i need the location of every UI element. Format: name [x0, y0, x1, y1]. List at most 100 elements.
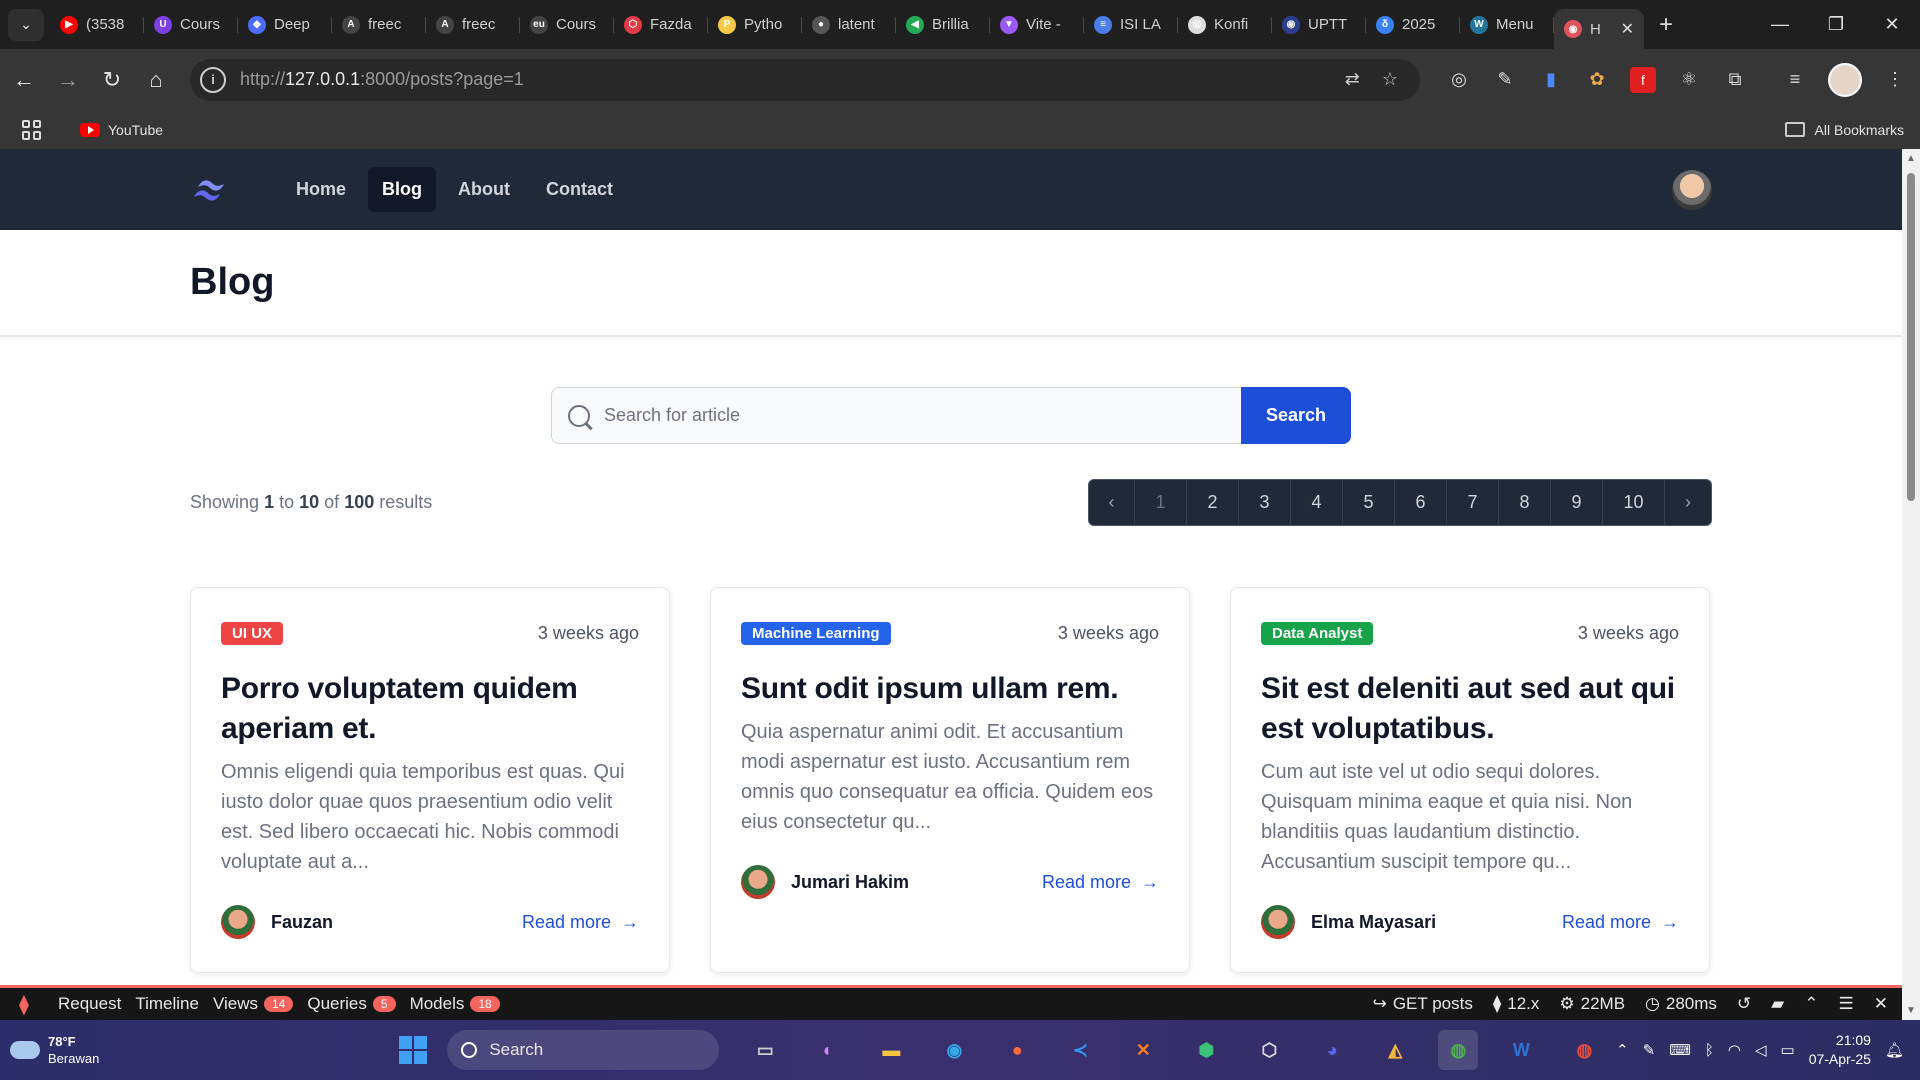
author-name[interactable]: Jumari Hakim	[791, 872, 909, 893]
extension-docs-icon[interactable]: ▮	[1538, 67, 1564, 93]
extensions-puzzle-icon[interactable]: ⧉	[1722, 67, 1748, 93]
back-button[interactable]: ←	[4, 60, 44, 100]
nav-link-contact[interactable]: Contact	[532, 167, 627, 212]
nav-link-about[interactable]: About	[444, 167, 524, 212]
profile-avatar[interactable]	[1828, 62, 1862, 97]
laravel-logo-icon[interactable]: ⧫	[12, 992, 36, 1016]
pagination-page-link[interactable]: 10	[1603, 480, 1665, 525]
cat-app-icon[interactable]: ◭	[1375, 1030, 1415, 1070]
category-badge[interactable]: Machine Learning	[741, 622, 891, 645]
vscode-icon[interactable]: ≺	[1060, 1030, 1100, 1070]
settings-sliders-icon[interactable]: ☰	[1839, 994, 1854, 1014]
debugbar-tab-queries[interactable]: Queries 5	[307, 994, 396, 1014]
browser-tab[interactable]: ▶ (3538	[50, 7, 144, 43]
tab-search-button[interactable]: ⌄	[8, 8, 44, 41]
start-button-icon[interactable]	[399, 1036, 428, 1064]
pagination-page-link[interactable]: 3	[1239, 480, 1291, 525]
search-button[interactable]: Search	[1241, 387, 1351, 444]
all-bookmarks-button[interactable]: All Bookmarks	[1784, 122, 1904, 138]
browser-tab[interactable]: ● latent	[802, 7, 896, 43]
pagination-page-link[interactable]: 8	[1499, 480, 1551, 525]
apps-grid-icon[interactable]	[22, 119, 42, 140]
browser-tab[interactable]: eu Cours	[520, 7, 614, 43]
post-title[interactable]: Sit est deleniti aut sed aut qui est vol…	[1261, 669, 1679, 749]
author-avatar[interactable]	[741, 865, 775, 899]
debugbar-tab-models[interactable]: Models 18	[410, 994, 500, 1014]
category-badge[interactable]: UI UX	[221, 622, 284, 645]
author-name[interactable]: Fauzan	[271, 912, 333, 933]
browser-tab[interactable]: ⬡ Fazda	[614, 7, 708, 43]
bookmark-star-icon[interactable]: ☆	[1382, 69, 1398, 90]
read-more-link[interactable]: Read more →	[1042, 872, 1159, 893]
browser-tab[interactable]: ◀ Brillia	[896, 7, 990, 43]
bluetooth-icon[interactable]: ᛒ	[1705, 1042, 1714, 1059]
volume-icon[interactable]: ◁	[1755, 1041, 1767, 1059]
weather-widget[interactable]: 78°F Berawan	[10, 1033, 99, 1067]
history-icon[interactable]: ↺	[1737, 994, 1751, 1014]
close-window-button[interactable]: ✕	[1864, 0, 1920, 49]
url-text[interactable]: http://127.0.0.1:8000/posts?page=1	[240, 69, 524, 90]
battery-icon[interactable]: ▭	[1781, 1041, 1795, 1059]
minimize-button[interactable]: —	[1752, 0, 1808, 49]
file-explorer-icon[interactable]: ▬	[871, 1030, 911, 1070]
taskbar-search[interactable]: Search	[447, 1030, 720, 1070]
word-icon[interactable]: W	[1501, 1030, 1541, 1070]
category-badge[interactable]: Data Analyst	[1261, 622, 1374, 645]
browser-tab[interactable]: Afreec	[332, 7, 426, 43]
author-name[interactable]: Elma Mayasari	[1311, 912, 1436, 933]
duration-info[interactable]: ◷ 280ms	[1645, 994, 1717, 1014]
browser-tab[interactable]: U Cours	[144, 7, 238, 43]
browser-tab[interactable]: ≡ ISI LA	[1084, 7, 1178, 43]
search-input[interactable]	[604, 405, 1204, 426]
nav-link-home[interactable]: Home	[282, 167, 360, 212]
debugbar-tab-timeline[interactable]: Timeline	[135, 994, 199, 1014]
extension-react-icon[interactable]: ⚛	[1676, 67, 1702, 93]
new-tab-button[interactable]: +	[1648, 7, 1684, 43]
pagination-page-link[interactable]: 9	[1551, 480, 1603, 525]
translate-icon[interactable]: ⇄	[1345, 69, 1360, 90]
discord-icon[interactable]: ◕	[1312, 1030, 1352, 1070]
xampp-icon[interactable]: ✕	[1123, 1030, 1163, 1070]
site-info-icon[interactable]: i	[200, 66, 226, 93]
wifi-icon[interactable]: ◠	[1728, 1041, 1741, 1059]
extension-flash-icon[interactable]: f	[1630, 66, 1656, 93]
open-folder-icon[interactable]: ▰	[1771, 994, 1784, 1014]
pagination-page-link[interactable]: 5	[1343, 480, 1395, 525]
copilot-icon[interactable]: ◐	[808, 1030, 848, 1070]
task-view-icon[interactable]: ▭	[745, 1030, 785, 1070]
browser-tab[interactable]: ◆ Deep	[238, 7, 332, 43]
reload-button[interactable]: ↻	[92, 60, 132, 100]
postman-icon[interactable]: ●	[997, 1030, 1037, 1070]
browser-tab[interactable]: W Menu	[1460, 7, 1554, 43]
browser-tab-active[interactable]: ◉ H ✕	[1554, 9, 1644, 49]
node-icon[interactable]: ⬢	[1186, 1030, 1226, 1070]
home-button[interactable]: ⌂	[136, 60, 176, 100]
pagination-next-button[interactable]: ›	[1665, 480, 1711, 525]
tailwind-logo-icon[interactable]	[190, 175, 230, 205]
extension-circle-icon[interactable]: ◎	[1446, 67, 1472, 93]
pagination-prev-button[interactable]: ‹	[1089, 480, 1135, 525]
close-debugbar-icon[interactable]: ✕	[1874, 994, 1888, 1014]
extension-cookie-icon[interactable]: ✿	[1584, 67, 1610, 93]
bookmark-youtube[interactable]: YouTube	[80, 122, 163, 138]
debugbar-tab-views[interactable]: Views 14	[213, 994, 294, 1014]
pen-icon[interactable]: ✎	[1643, 1041, 1656, 1059]
nav-link-blog[interactable]: Blog	[368, 167, 437, 212]
pagination-page-link[interactable]: 7	[1447, 480, 1499, 525]
browser-tab[interactable]: ▼ Vite -	[990, 7, 1084, 43]
tray-overflow-icon[interactable]: ⌃	[1616, 1041, 1629, 1059]
restore-button[interactable]: ❐	[1808, 0, 1864, 49]
tab-close-icon[interactable]: ✕	[1621, 19, 1634, 39]
edge-icon[interactable]: ◉	[934, 1030, 974, 1070]
post-title[interactable]: Porro voluptatem quidem aperiam et.	[221, 669, 639, 749]
notification-bell-icon[interactable]: 🔔︎	[1885, 1041, 1904, 1059]
unity-icon[interactable]: ⬡	[1249, 1030, 1289, 1070]
scroll-up-arrow-icon[interactable]: ▲	[1906, 153, 1916, 164]
chrome-icon[interactable]: ◍	[1438, 1030, 1479, 1070]
browser-tab[interactable]: ◎ Konfi	[1178, 7, 1272, 43]
memory-info[interactable]: ⚙ 22MB	[1559, 994, 1625, 1014]
route-info[interactable]: ↪ GET posts	[1373, 994, 1473, 1014]
scrollbar-thumb[interactable]	[1907, 173, 1915, 501]
author-avatar[interactable]	[1261, 905, 1295, 939]
version-info[interactable]: ⧫ 12.x	[1493, 994, 1540, 1014]
